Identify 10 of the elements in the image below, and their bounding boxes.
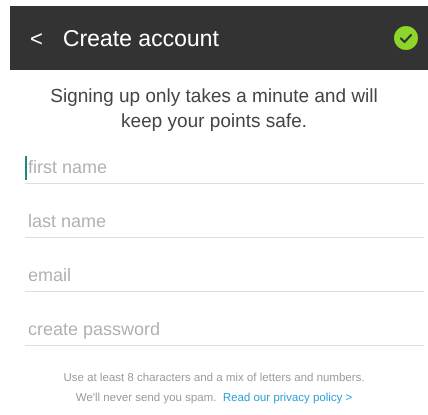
back-button[interactable]: < <box>30 22 43 54</box>
check-icon[interactable] <box>394 26 418 50</box>
hint-text: Use at least 8 characters and a mix of letters and numbers. <box>63 372 365 384</box>
spam-note: We'll never send you spam. <box>76 392 216 404</box>
page-title: Create account <box>62 24 220 53</box>
input-field[interactable]: last name <box>25 206 424 238</box>
intro-text: Signing up only takes a minute and will keep your points safe. <box>49 85 379 134</box>
input-field[interactable]: first name <box>25 152 424 184</box>
input-field[interactable]: email <box>25 260 424 292</box>
input-field[interactable]: create password <box>25 314 424 346</box>
